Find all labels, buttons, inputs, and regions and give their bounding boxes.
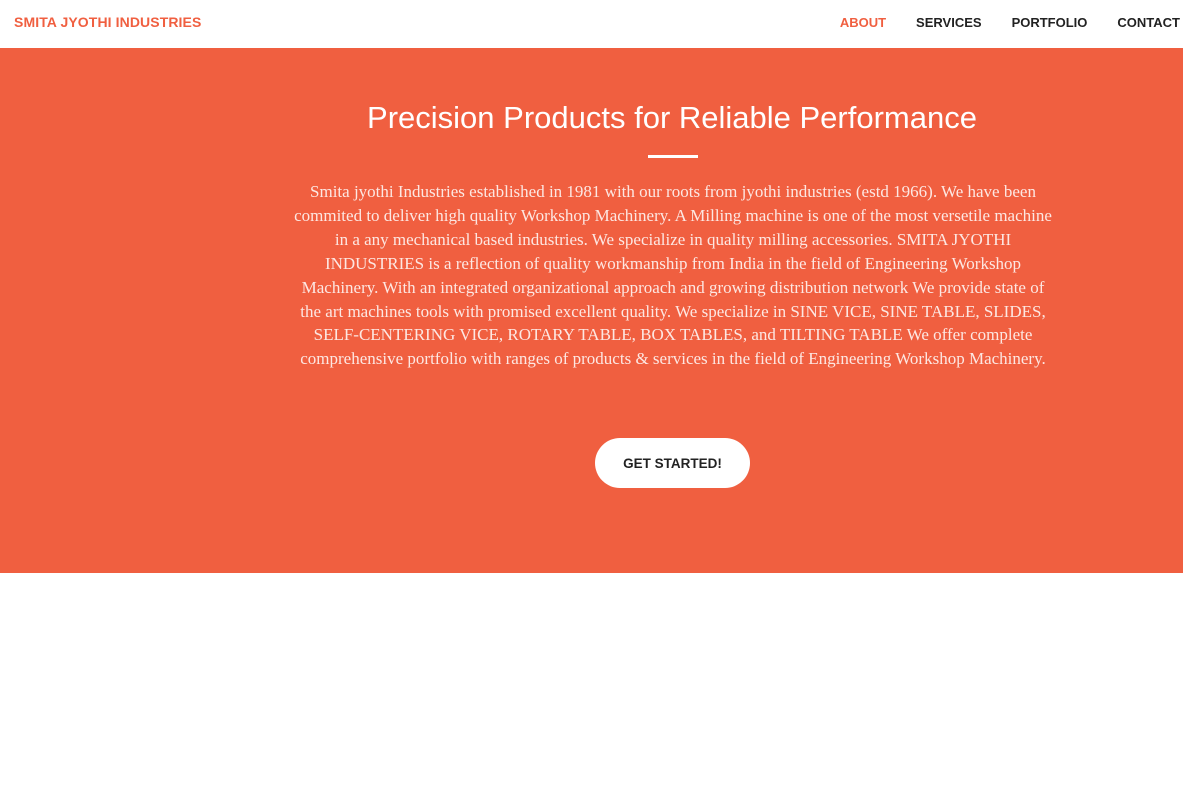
nav-link-services[interactable]: SERVICES: [916, 15, 982, 30]
hero-section: Precision Products for Reliable Performa…: [0, 48, 1183, 573]
brand-link[interactable]: SMITA JYOTHI INDUSTRIES: [14, 14, 201, 30]
navbar: SMITA JYOTHI INDUSTRIES ABOUT SERVICES P…: [0, 0, 1183, 48]
hero-divider: [648, 155, 698, 158]
nav-link-about[interactable]: ABOUT: [840, 15, 886, 30]
nav-link-portfolio[interactable]: PORTFOLIO: [1012, 15, 1088, 30]
hero-title: Precision Products for Reliable Performa…: [367, 100, 977, 135]
nav-link-contact[interactable]: CONTACT: [1117, 15, 1180, 30]
get-started-button[interactable]: GET STARTED!: [595, 438, 750, 488]
nav-links: ABOUT SERVICES PORTFOLIO CONTACT: [810, 15, 1180, 30]
hero-description: Smita jyothi Industries established in 1…: [294, 182, 1052, 369]
